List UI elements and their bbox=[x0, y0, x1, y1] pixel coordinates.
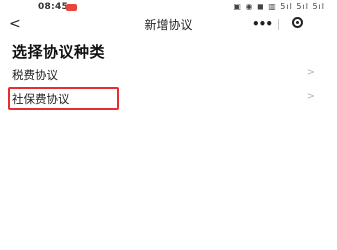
option-tax-agreement[interactable]: 税费协议 > bbox=[0, 63, 337, 87]
chevron-right-icon: > bbox=[306, 91, 315, 102]
status-icons: ▣ ◉ ◼ ▥ 5ıl 5ıl 5ıl bbox=[233, 2, 325, 11]
page-title: 新增协议 bbox=[144, 18, 193, 32]
capsule-close-icon[interactable] bbox=[292, 17, 303, 28]
notification-badge-icon bbox=[66, 4, 77, 11]
option-label: 税费协议 bbox=[12, 68, 58, 82]
status-bar: 08:45 ▣ ◉ ◼ ▥ 5ıl 5ıl 5ıl bbox=[0, 0, 337, 14]
highlight-box bbox=[8, 87, 119, 110]
nav-divider bbox=[278, 19, 279, 30]
nav-bar: < 新增协议 ••• bbox=[0, 14, 337, 34]
more-dots-icon[interactable]: ••• bbox=[252, 17, 273, 31]
status-time: 08:45 bbox=[38, 2, 69, 12]
section-heading: 选择协议种类 bbox=[12, 43, 106, 61]
chevron-right-icon: > bbox=[306, 67, 315, 78]
